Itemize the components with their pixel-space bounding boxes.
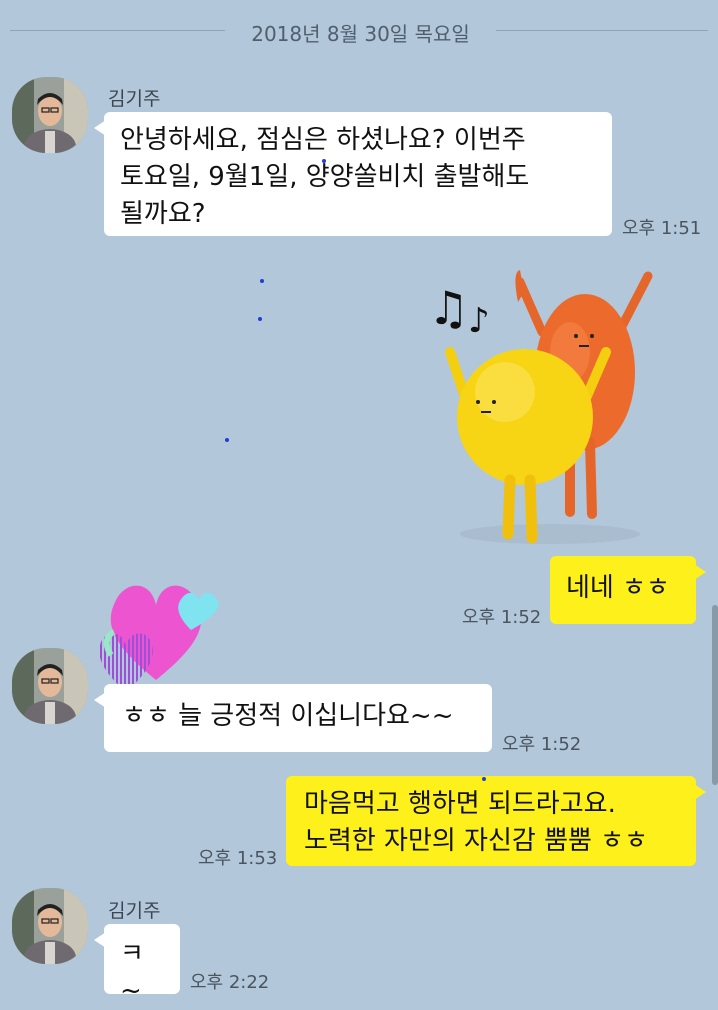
blue-dot <box>258 317 262 321</box>
blue-dot <box>225 438 229 442</box>
blue-dot <box>322 159 326 163</box>
message-bubble[interactable]: 네네 ㅎㅎ <box>550 556 706 624</box>
svg-text:♪: ♪ <box>468 301 490 341</box>
bubble-tail <box>694 784 706 800</box>
sticker-dancing-characters[interactable]: ♫ ♪ <box>420 262 670 557</box>
divider-line-left <box>10 30 225 31</box>
avatar[interactable] <box>12 888 88 964</box>
message-line: 노력한 자만의 자신감 뿜뿜 ㅎㅎ <box>304 826 649 856</box>
bubble-tail <box>94 692 106 708</box>
bubble-tail <box>94 120 106 136</box>
avatar[interactable] <box>12 648 88 724</box>
scrollbar[interactable] <box>712 605 718 785</box>
bubble-tail <box>694 564 706 580</box>
message-bubble[interactable]: ㅋ~ <box>94 924 180 1006</box>
sender-name: 김기주 <box>108 900 161 922</box>
bubble-tail <box>94 932 106 948</box>
message-bubble[interactable]: ㅎㅎ 늘 긍정적 이십니다요~~ <box>94 684 492 752</box>
message-time: 오후 1:52 <box>502 734 582 755</box>
message-line: 될까요? <box>120 199 206 229</box>
message-line: 마음먹고 행하면 되드라고요. <box>304 789 616 819</box>
date-divider-text: 2018년 8월 30일 목요일 <box>251 22 470 46</box>
message-time: 오후 1:53 <box>198 848 278 869</box>
message-text: ㅋ~ <box>120 939 144 1006</box>
message-bubble[interactable]: 마음먹고 행하면 되드라고요. 노력한 자만의 자신감 뿜뿜 ㅎㅎ <box>286 776 706 866</box>
message-time: 오후 2:22 <box>190 972 270 993</box>
message-line: 토요일, 9월1일, 양양쏠비치 출발해도 <box>120 162 530 192</box>
message-line: 안녕하세요, 점심은 하셨나요? 이번주 <box>120 125 526 155</box>
blue-dot <box>260 279 264 283</box>
date-divider: 2018년 8월 30일 목요일 <box>0 16 718 46</box>
svg-text:♫: ♫ <box>428 281 469 335</box>
blue-dot <box>482 777 486 781</box>
divider-line-right <box>496 30 708 31</box>
message-time: 오후 1:51 <box>622 218 702 239</box>
message-text: ㅎㅎ 늘 긍정적 이십니다요~~ <box>122 701 454 731</box>
message-time: 오후 1:52 <box>462 607 542 628</box>
message-text: 네네 ㅎㅎ <box>566 573 670 603</box>
sender-name: 김기주 <box>108 88 161 110</box>
avatar[interactable] <box>12 77 88 153</box>
hearts-decoration <box>96 560 236 700</box>
message-bubble[interactable]: 안녕하세요, 점심은 하셨나요? 이번주 토요일, 9월1일, 양양쏠비치 출발… <box>94 112 612 236</box>
